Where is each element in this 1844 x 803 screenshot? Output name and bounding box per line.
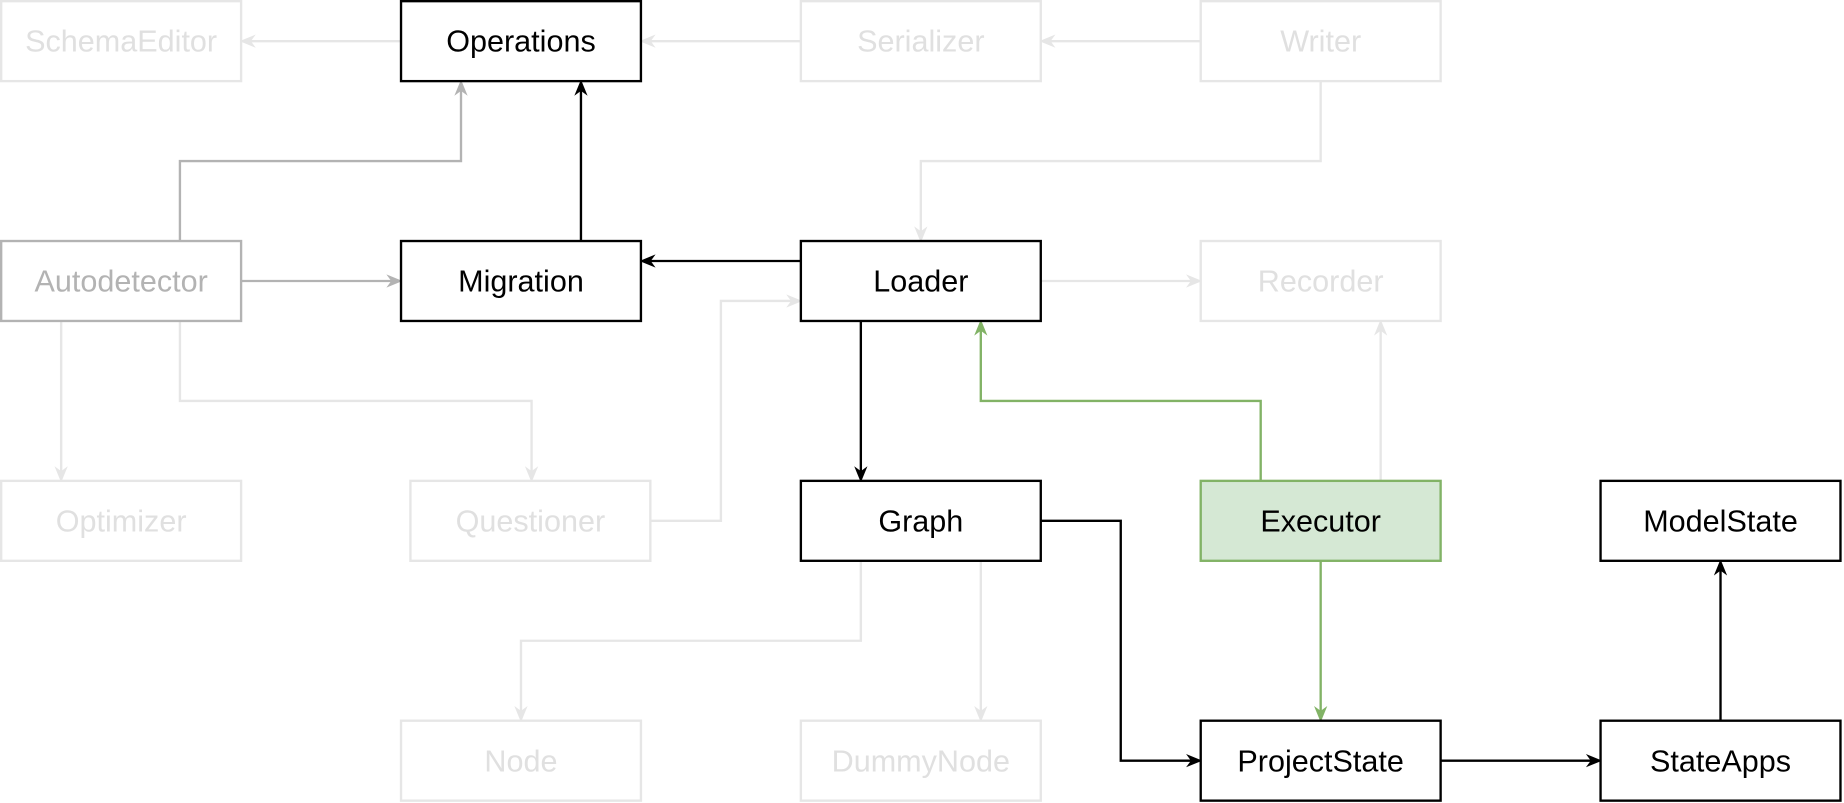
node-serializer[interactable]: Serializer xyxy=(799,0,1042,83)
edge-autodetector-to-optimizer xyxy=(54,320,68,483)
edge-line xyxy=(178,88,463,242)
node-projectstate[interactable]: ProjectState xyxy=(1199,719,1442,802)
node-questioner[interactable]: Questioner xyxy=(409,479,652,562)
edge-executor-to-projectstate xyxy=(1314,560,1328,723)
node-graph[interactable]: Graph xyxy=(799,479,1042,562)
node-label: Questioner xyxy=(456,504,606,538)
node-schemaeditor[interactable]: SchemaEditor xyxy=(0,0,243,83)
node-autodetector[interactable]: Autodetector xyxy=(0,239,243,323)
node-writer[interactable]: Writer xyxy=(1199,0,1442,83)
edge-projectstate-to-stateapps xyxy=(1440,754,1603,768)
edge-autodetector-to-migration xyxy=(241,274,403,288)
edge-line xyxy=(1040,519,1194,762)
node-node[interactable]: Node xyxy=(399,719,643,802)
edge-loader-to-graph xyxy=(854,320,868,483)
edge-line xyxy=(919,81,1322,234)
edges xyxy=(54,34,1728,768)
edge-questioner-to-loader xyxy=(650,294,803,523)
node-modelstate[interactable]: ModelState xyxy=(1599,479,1842,562)
node-label: Writer xyxy=(1280,25,1361,59)
node-label: Autodetector xyxy=(34,265,207,299)
edge-executor-to-loader xyxy=(974,319,1262,481)
node-label: ModelState xyxy=(1643,504,1798,538)
node-optimizer[interactable]: Optimizer xyxy=(0,479,243,562)
node-label: Operations xyxy=(446,25,596,59)
node-label: ProjectState xyxy=(1237,744,1404,778)
edge-line xyxy=(650,299,794,523)
edge-stateapps-to-modelstate xyxy=(1713,559,1728,721)
dependency-diagram: SchemaEditor Operations Serializer Writer Au… xyxy=(0,0,1842,802)
edge-line xyxy=(178,320,533,474)
edge-loader-to-migration xyxy=(639,254,801,268)
node-label: Executor xyxy=(1260,504,1381,538)
edge-graph-to-node xyxy=(514,560,863,723)
node-stateapps[interactable]: StateApps xyxy=(1599,719,1842,802)
node-label: Node xyxy=(484,744,557,778)
node-loader[interactable]: Loader xyxy=(799,239,1042,323)
edge-autodetector-to-operations xyxy=(178,79,468,242)
node-label: StateApps xyxy=(1650,744,1791,778)
edge-writer-to-loader xyxy=(914,81,1322,243)
node-operations[interactable]: Operations xyxy=(399,0,643,83)
edge-autodetector-to-questioner xyxy=(178,320,539,483)
edge-line xyxy=(519,560,863,714)
edge-migration-to-operations xyxy=(574,79,588,242)
node-label: Migration xyxy=(458,265,584,299)
node-executor[interactable]: Executor xyxy=(1199,479,1442,562)
node-label: Serializer xyxy=(857,25,984,59)
node-label: Loader xyxy=(873,265,968,299)
edge-writer-to-serializer xyxy=(1039,34,1201,48)
node-label: Optimizer xyxy=(56,504,187,538)
edge-graph-to-dummynode xyxy=(974,560,988,723)
node-label: SchemaEditor xyxy=(25,25,217,59)
node-dummynode[interactable]: DummyNode xyxy=(799,719,1042,802)
edge-operations-to-schemaeditor xyxy=(239,34,402,48)
node-label: Recorder xyxy=(1258,265,1384,299)
edge-loader-to-recorder xyxy=(1040,274,1203,288)
node-recorder[interactable]: Recorder xyxy=(1199,239,1442,323)
edge-serializer-to-operations xyxy=(639,34,801,48)
edge-line xyxy=(979,328,1262,481)
node-migration[interactable]: Migration xyxy=(399,239,643,323)
node-label: Graph xyxy=(878,504,963,538)
edge-executor-to-recorder xyxy=(1374,319,1388,481)
node-label: DummyNode xyxy=(832,744,1010,778)
edge-graph-to-projectstate xyxy=(1040,519,1203,768)
